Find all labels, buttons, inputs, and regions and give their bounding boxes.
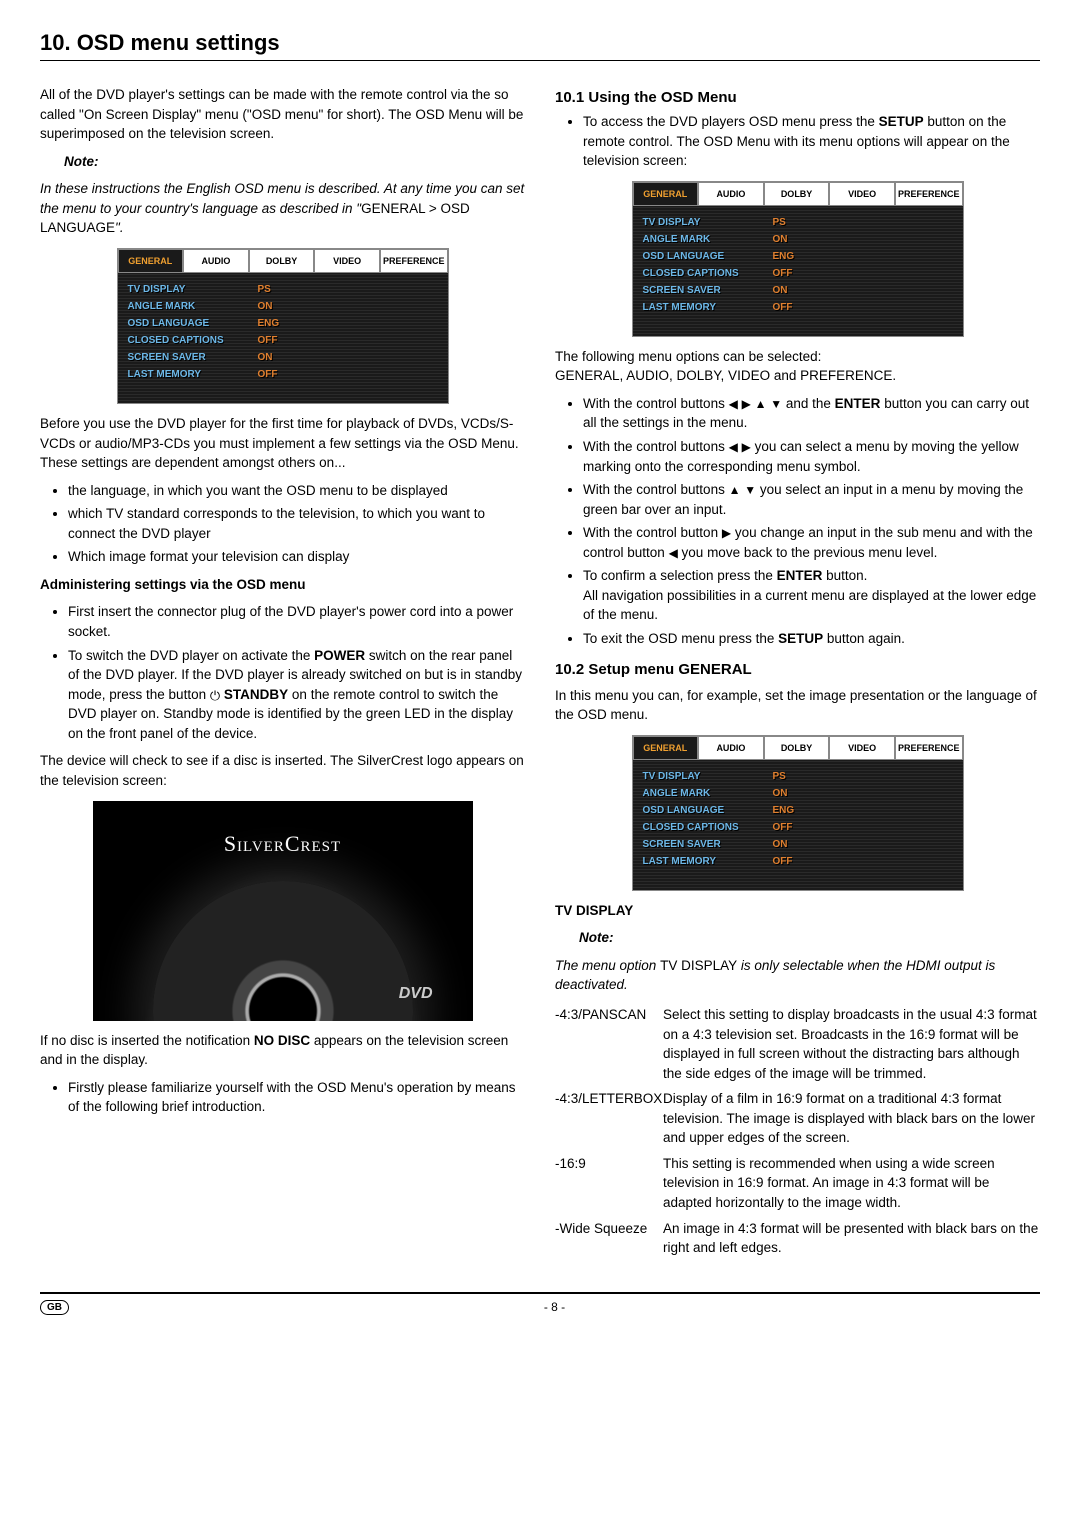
list-item: With the control buttons ▲ ▼ you select … bbox=[583, 480, 1040, 519]
arrow-right-icon: ▶ bbox=[722, 526, 731, 540]
osd-tab-dolby: DOLBY bbox=[249, 249, 315, 273]
intro-text: All of the DVD player's settings can be … bbox=[40, 85, 525, 144]
list-item: which TV standard corresponds to the tel… bbox=[68, 504, 525, 543]
definition-row: -Wide Squeeze An image in 4:3 format wil… bbox=[555, 1219, 1040, 1258]
device-check-text: The device will check to see if a disc i… bbox=[40, 751, 525, 790]
list-item: To exit the OSD menu press the SETUP but… bbox=[583, 629, 1040, 649]
list-item: To confirm a selection press the ENTER b… bbox=[583, 566, 1040, 625]
osd-tab-general: GENERAL bbox=[118, 249, 184, 273]
page-heading: 10. OSD menu settings bbox=[40, 30, 1040, 61]
section-heading: 10.2 Setup menu GENERAL bbox=[555, 661, 1040, 678]
section-heading: 10.1 Using the OSD Menu bbox=[555, 89, 1040, 106]
list-item: Firstly please familiarize yourself with… bbox=[68, 1078, 525, 1117]
list-item: To access the DVD players OSD menu press… bbox=[583, 112, 1040, 171]
following-options: The following menu options can be select… bbox=[555, 347, 1040, 386]
osd-menu-figure: GENERAL AUDIO DOLBY VIDEO PREFERENCE TV … bbox=[632, 181, 964, 337]
arrow-right-icon: ▶ bbox=[742, 440, 751, 454]
dvd-logo: DVD bbox=[399, 985, 433, 1003]
silvercrest-splash: SilverCrest DVD bbox=[93, 801, 473, 1021]
setup-list: the language, in which you want the OSD … bbox=[40, 481, 525, 567]
before-first-time: Before you use the DVD player for the fi… bbox=[40, 414, 525, 473]
definition-row: -4:3/LETTERBOX Display of a film in 16:9… bbox=[555, 1089, 1040, 1148]
no-disc-text: If no disc is inserted the notification … bbox=[40, 1031, 525, 1070]
list-item: To switch the DVD player on activate the… bbox=[68, 646, 525, 744]
arrow-right-icon: ▶ bbox=[742, 397, 751, 411]
arrow-up-icon: ▲ bbox=[755, 397, 767, 411]
arrow-left-icon: ◀ bbox=[669, 546, 678, 560]
right-column: 10.1 Using the OSD Menu To access the DV… bbox=[555, 77, 1040, 1264]
definition-row: -4:3/PANSCAN Select this setting to disp… bbox=[555, 1005, 1040, 1083]
page-number: - 8 - bbox=[544, 1300, 565, 1314]
list-item: the language, in which you want the OSD … bbox=[68, 481, 525, 501]
osd-tab-video: VIDEO bbox=[314, 249, 380, 273]
arrow-down-icon: ▼ bbox=[744, 483, 756, 497]
section-text: In this menu you can, for example, set t… bbox=[555, 686, 1040, 725]
list-item: With the control buttons ◀ ▶ ▲ ▼ and the… bbox=[583, 394, 1040, 433]
gb-badge: GB bbox=[40, 1300, 69, 1315]
admin-heading: Administering settings via the OSD menu bbox=[40, 575, 525, 595]
disc-icon bbox=[153, 881, 413, 1021]
power-icon: ⏻ bbox=[210, 689, 220, 702]
list-item: First insert the connector plug of the D… bbox=[68, 602, 525, 641]
silvercrest-logo: SilverCrest bbox=[224, 831, 341, 857]
list-item: With the control button ▶ you change an … bbox=[583, 523, 1040, 562]
arrow-down-icon: ▼ bbox=[770, 397, 782, 411]
arrow-up-icon: ▲ bbox=[729, 483, 741, 497]
tv-display-heading: TV DISPLAY bbox=[555, 901, 1040, 921]
osd-tab-audio: AUDIO bbox=[183, 249, 249, 273]
arrow-left-icon: ◀ bbox=[729, 397, 738, 411]
osd-tabs: GENERAL AUDIO DOLBY VIDEO PREFERENCE bbox=[118, 249, 448, 273]
osd-menu-figure: GENERAL AUDIO DOLBY VIDEO PREFERENCE TV … bbox=[117, 248, 449, 404]
definition-table: -4:3/PANSCAN Select this setting to disp… bbox=[555, 1005, 1040, 1258]
definition-row: -16:9 This setting is recommended when u… bbox=[555, 1154, 1040, 1213]
osd-menu-figure: GENERAL AUDIO DOLBY VIDEO PREFERENCE TV … bbox=[632, 735, 964, 891]
osd-tab-preference: PREFERENCE bbox=[380, 249, 448, 273]
left-column: All of the DVD player's settings can be … bbox=[40, 77, 525, 1264]
note-label: Note: bbox=[40, 152, 525, 172]
list-item: Which image format your television can d… bbox=[68, 547, 525, 567]
note-text: The menu option TV DISPLAY is only selec… bbox=[555, 956, 1040, 995]
list-item: With the control buttons ◀ ▶ you can sel… bbox=[583, 437, 1040, 476]
note-text: In these instructions the English OSD me… bbox=[40, 179, 525, 238]
note-label: Note: bbox=[555, 928, 1040, 948]
page-footer: GB - 8 - bbox=[40, 1292, 1040, 1315]
arrow-left-icon: ◀ bbox=[729, 440, 738, 454]
